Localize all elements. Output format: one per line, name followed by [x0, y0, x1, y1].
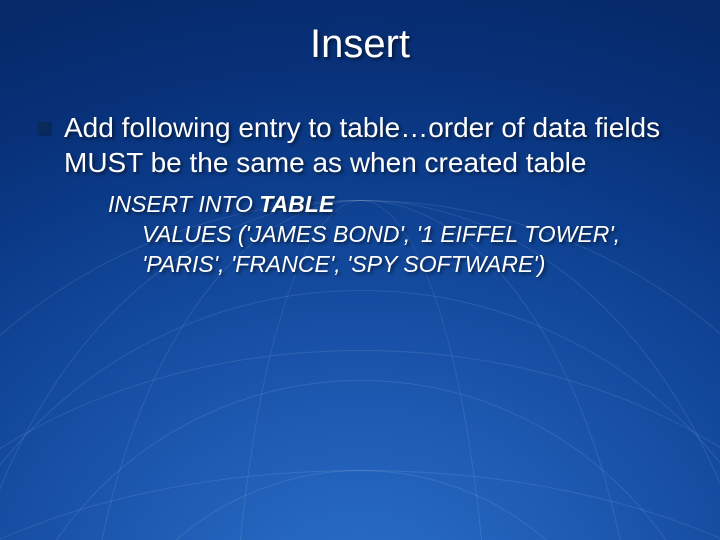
code-line-1: INSERT INTO TABLE	[108, 190, 690, 220]
code-block: INSERT INTO TABLE VALUES ('JAMES BOND', …	[108, 190, 690, 280]
slide-content: Add following entry to table…order of da…	[38, 110, 690, 280]
slide: Insert Add following entry to table…orde…	[0, 0, 720, 540]
bullet-item: Add following entry to table…order of da…	[38, 110, 690, 180]
slide-title: Insert	[0, 22, 720, 67]
code-text: INSERT INTO	[108, 191, 259, 217]
code-line-2: VALUES ('JAMES BOND', '1 EIFFEL TOWER',	[108, 220, 690, 250]
bullet-square-icon	[38, 122, 50, 134]
bullet-text: Add following entry to table…order of da…	[64, 110, 690, 180]
code-keyword: TABLE	[259, 191, 334, 217]
code-line-3: 'PARIS', 'FRANCE', 'SPY SOFTWARE')	[108, 250, 690, 280]
